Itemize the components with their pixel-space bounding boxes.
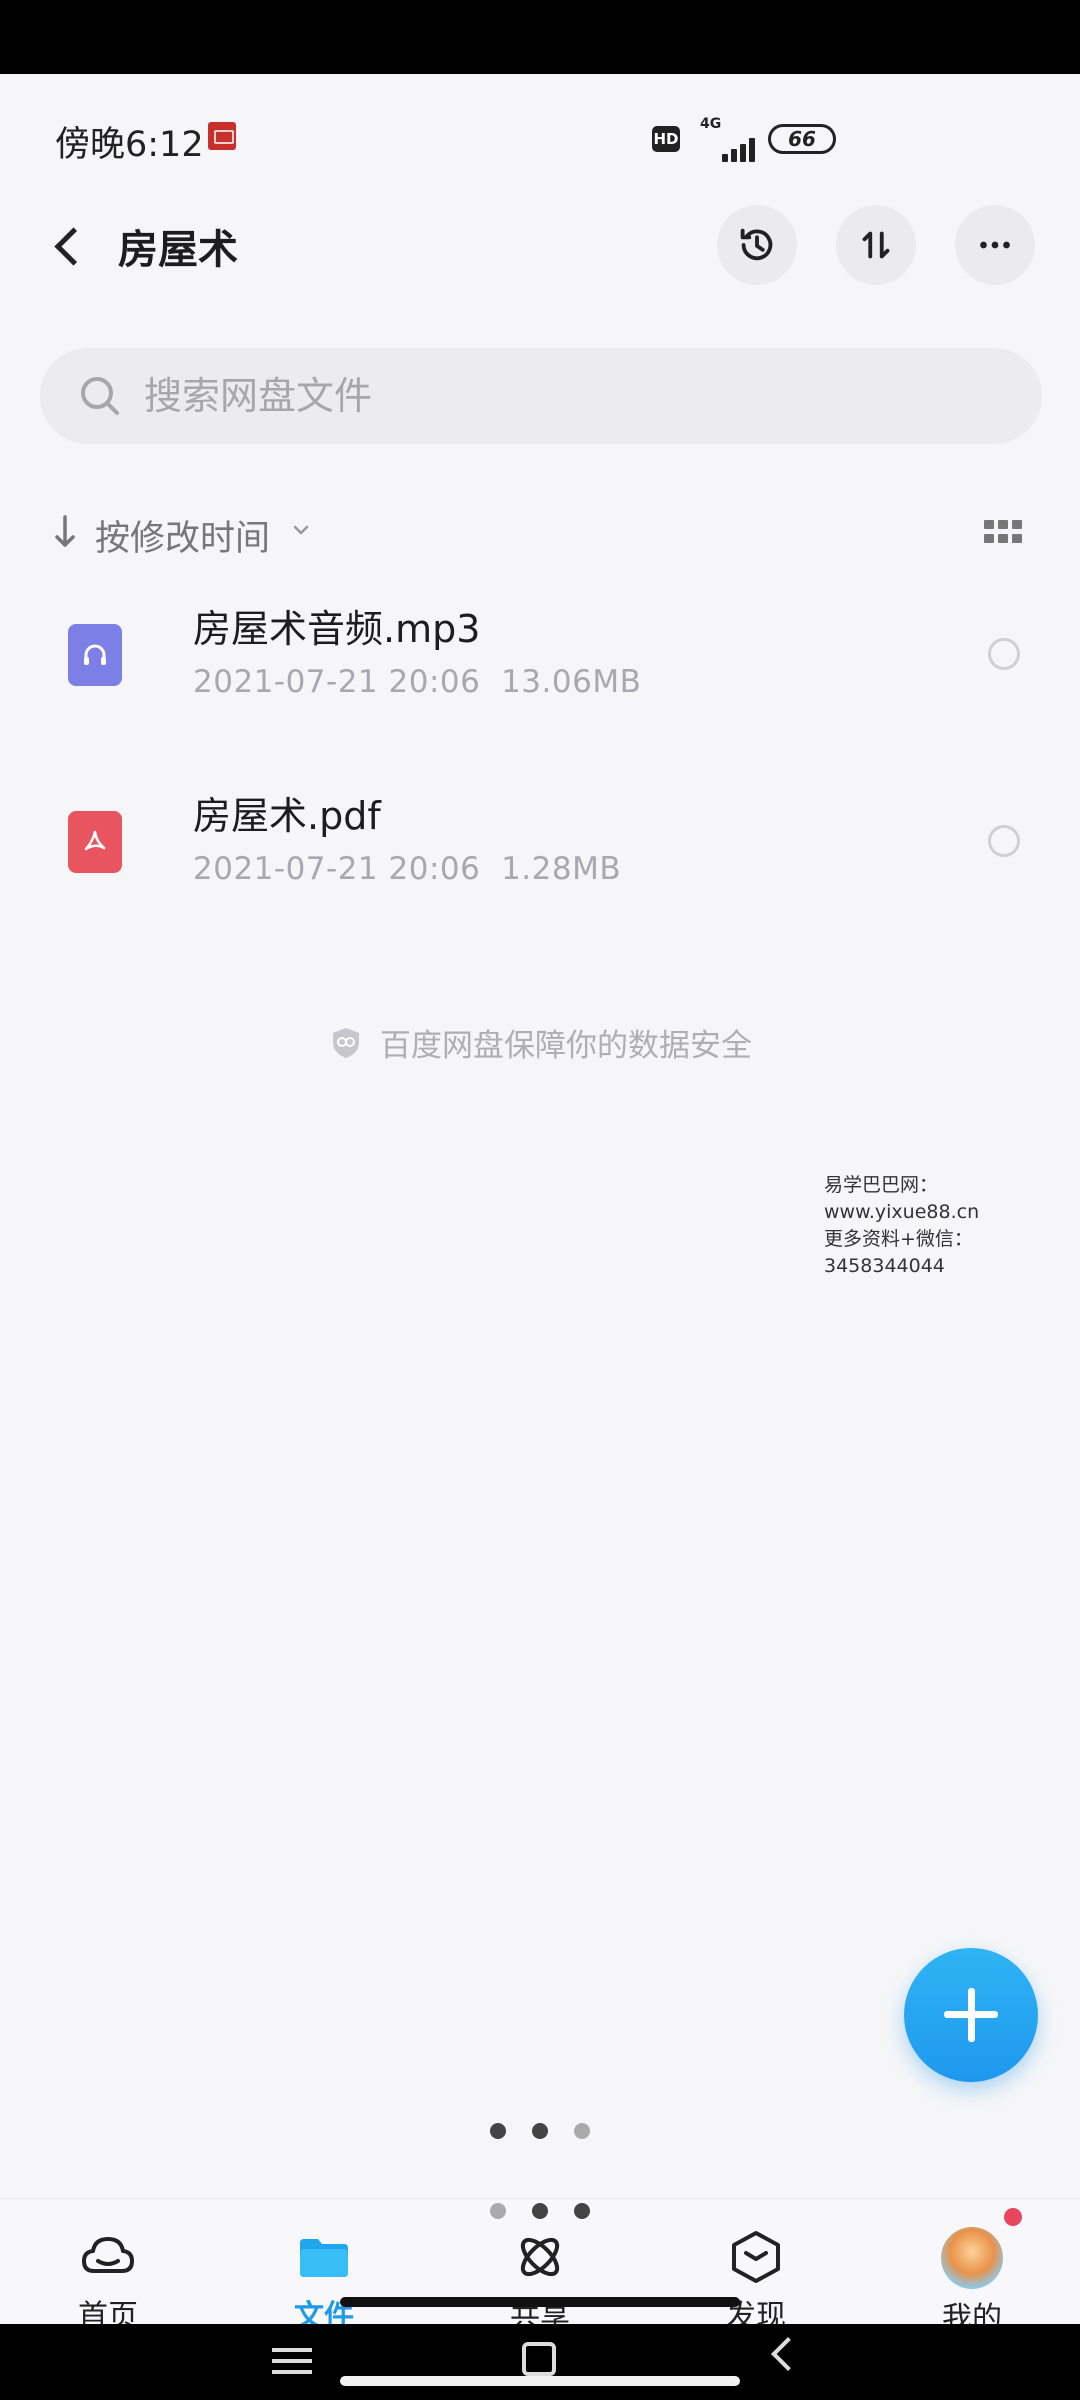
cloud-icon — [82, 2237, 134, 2273]
history-icon — [740, 228, 773, 261]
add-button[interactable] — [904, 1948, 1038, 2082]
file-meta: 2021-07-21 20:06 13.06MB — [193, 664, 641, 700]
nav-discover[interactable]: 发现 — [676, 2227, 836, 2334]
status-bar: 傍晚6:12 HD 4G 66 — [0, 112, 1080, 172]
file-size: 1.28MB — [501, 851, 622, 887]
page-indicator — [0, 2123, 1080, 2143]
page-title: 房屋术 — [118, 227, 238, 273]
more-button[interactable] — [955, 205, 1035, 285]
sort-down-arrow-icon — [55, 515, 75, 547]
home-icon[interactable] — [522, 2342, 556, 2376]
pdf-file-icon — [68, 811, 122, 873]
file-name: 房屋术.pdf — [193, 794, 381, 838]
search-input[interactable] — [144, 348, 1004, 444]
nav-page-indicator — [0, 2203, 1080, 2223]
search-icon — [81, 377, 119, 415]
signal-icon — [700, 134, 756, 162]
back-button[interactable] — [40, 215, 100, 275]
gesture-pill — [340, 2376, 740, 2386]
sort-toggle-button[interactable] — [836, 205, 916, 285]
nav-files[interactable]: 文件 — [244, 2227, 404, 2334]
file-name: 房屋术音频.mp3 — [193, 607, 481, 651]
file-date: 2021-07-21 20:06 — [193, 664, 481, 700]
system-nav-bar — [0, 2324, 1080, 2400]
shield-icon — [333, 1027, 359, 1058]
file-date: 2021-07-21 20:06 — [193, 851, 481, 887]
security-text: 百度网盘保障你的数据安全 — [380, 1028, 752, 1064]
chevron-down-icon[interactable] — [292, 521, 310, 539]
menu-icon[interactable] — [272, 2346, 312, 2376]
select-checkbox[interactable] — [988, 638, 1020, 670]
security-note: 百度网盘保障你的数据安全 — [0, 1020, 1080, 1070]
sort-selector[interactable]: 按修改时间 — [95, 510, 270, 561]
more-icon — [980, 241, 1010, 249]
battery-icon: 66 — [768, 124, 836, 154]
file-meta: 2021-07-21 20:06 1.28MB — [193, 851, 621, 887]
audio-file-icon — [68, 624, 122, 686]
search-bar[interactable] — [40, 348, 1042, 444]
home-indicator — [340, 2297, 740, 2307]
history-button[interactable] — [717, 205, 797, 285]
share-icon — [520, 2237, 560, 2277]
sort-arrows-icon — [862, 231, 890, 259]
hd-icon: HD — [652, 126, 680, 152]
discover-icon — [732, 2231, 780, 2283]
network-type: 4G — [700, 116, 722, 132]
status-time: 傍晚6:12 — [55, 125, 204, 165]
system-back-icon[interactable] — [771, 2337, 805, 2371]
camera-bar — [0, 0, 1080, 74]
nav-me[interactable]: 我的 — [892, 2227, 1052, 2336]
notification-badge — [1004, 2208, 1022, 2226]
folder-icon — [300, 2239, 348, 2277]
nav-share[interactable]: 共享 — [460, 2227, 620, 2334]
nav-home[interactable]: 首页 — [28, 2227, 188, 2334]
header: 房屋术 — [0, 205, 1080, 285]
notification-app-icon — [208, 122, 236, 150]
avatar — [941, 2227, 1003, 2289]
watermark-line: 更多资料+微信：3458344044 — [824, 1228, 973, 1277]
file-item[interactable]: 房屋术.pdf 2021-07-21 20:06 1.28MB — [0, 771, 1080, 921]
watermark-line: 易学巴巴网：www.yixue88.cn — [824, 1174, 980, 1223]
file-item[interactable]: 房屋术音频.mp3 2021-07-21 20:06 13.06MB — [0, 584, 1080, 734]
grid-view-icon[interactable] — [984, 520, 1022, 544]
sort-row: 按修改时间 — [0, 505, 1080, 561]
file-size: 13.06MB — [501, 664, 642, 700]
select-checkbox[interactable] — [988, 825, 1020, 857]
watermark: 易学巴巴网：www.yixue88.cn 更多资料+微信：3458344044 — [824, 1172, 1080, 1280]
